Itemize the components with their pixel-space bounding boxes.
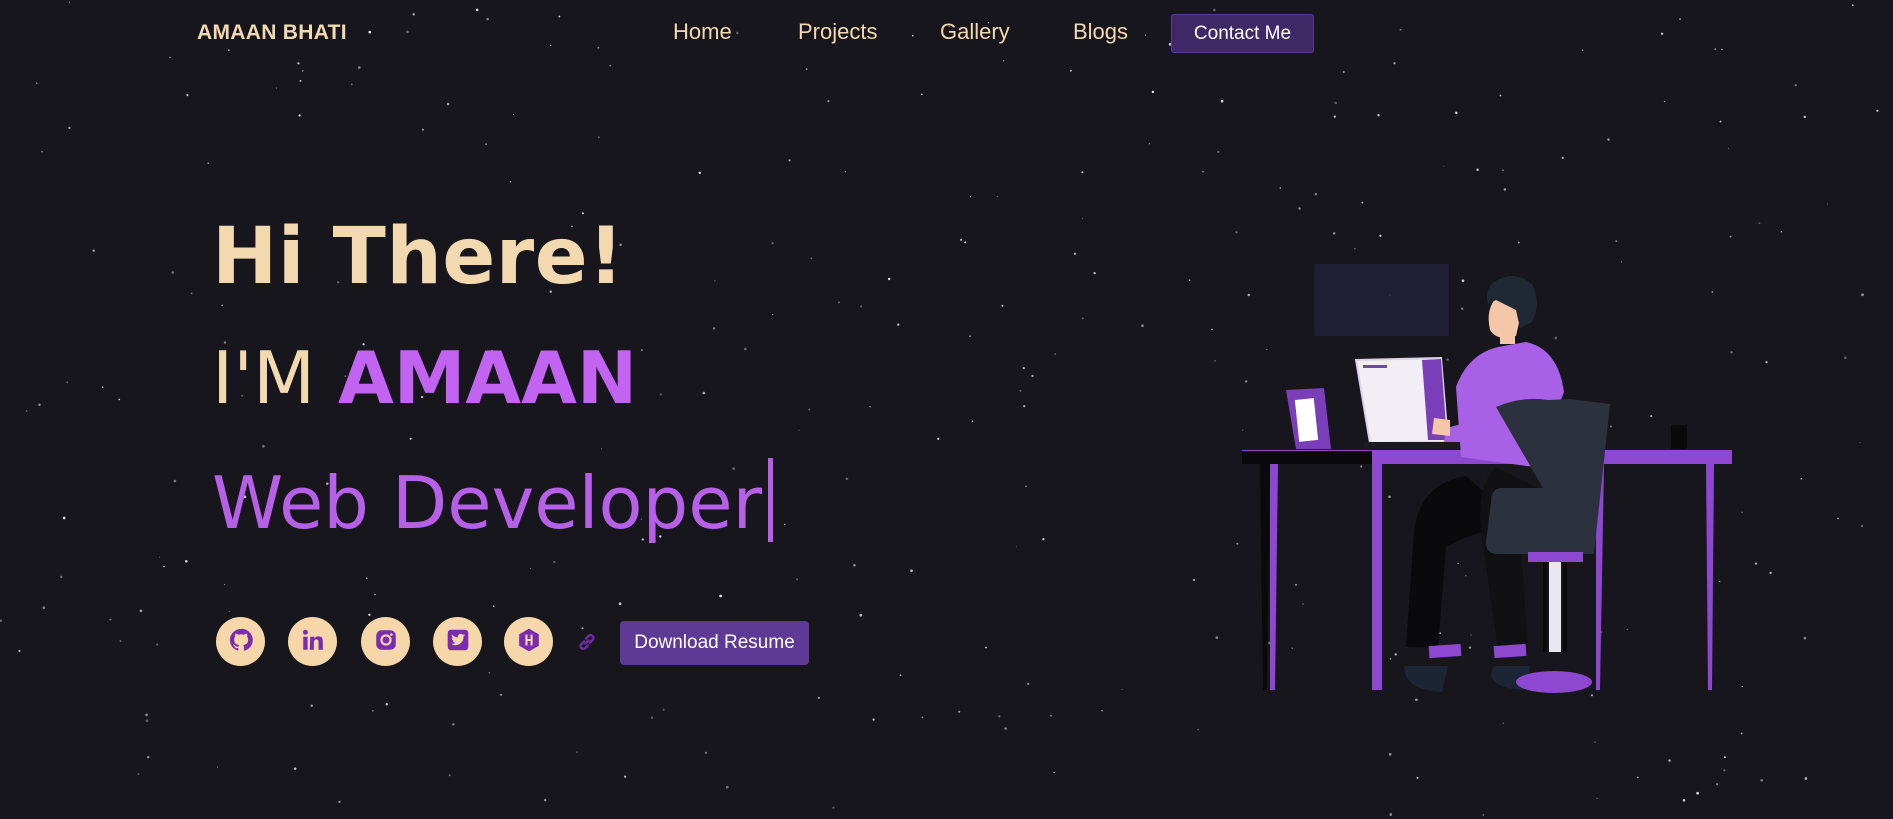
nav-link-blogs[interactable]: Blogs <box>1073 19 1128 45</box>
twitter-link[interactable] <box>433 617 482 666</box>
hashnode-icon <box>516 627 542 657</box>
linkedin-icon <box>300 627 326 657</box>
github-link[interactable] <box>216 617 265 666</box>
hero-greeting: Hi There! <box>212 212 625 302</box>
hero-role-typewriter: Web Developer <box>212 458 774 545</box>
navbar: AMAAN BHATI Home Projects Gallery Blogs … <box>0 0 1893 68</box>
hashnode-link[interactable] <box>504 617 553 666</box>
brand-logo[interactable]: AMAAN BHATI <box>197 21 347 45</box>
link-icon[interactable] <box>575 630 599 654</box>
nav-link-home[interactable]: Home <box>673 19 732 45</box>
instagram-icon <box>373 627 399 657</box>
hero-intro-prefix: I'M <box>212 336 316 420</box>
download-resume-button[interactable]: Download Resume <box>620 621 809 665</box>
twitter-icon <box>445 627 471 657</box>
nav-link-projects[interactable]: Projects <box>798 19 877 45</box>
page: AMAAN BHATI Home Projects Gallery Blogs … <box>0 0 1893 819</box>
hero-name: AMAAN <box>338 336 638 420</box>
hero-intro: I'M AMAAN <box>212 336 637 420</box>
typing-cursor <box>768 458 774 542</box>
contact-me-button[interactable]: Contact Me <box>1171 14 1314 53</box>
hero-role-text: Web Developer <box>212 461 763 545</box>
github-icon <box>228 627 254 657</box>
linkedin-link[interactable] <box>288 617 337 666</box>
developer-at-desk-illustration <box>1242 264 1732 693</box>
instagram-link[interactable] <box>361 617 410 666</box>
nav-link-gallery[interactable]: Gallery <box>940 19 1010 45</box>
